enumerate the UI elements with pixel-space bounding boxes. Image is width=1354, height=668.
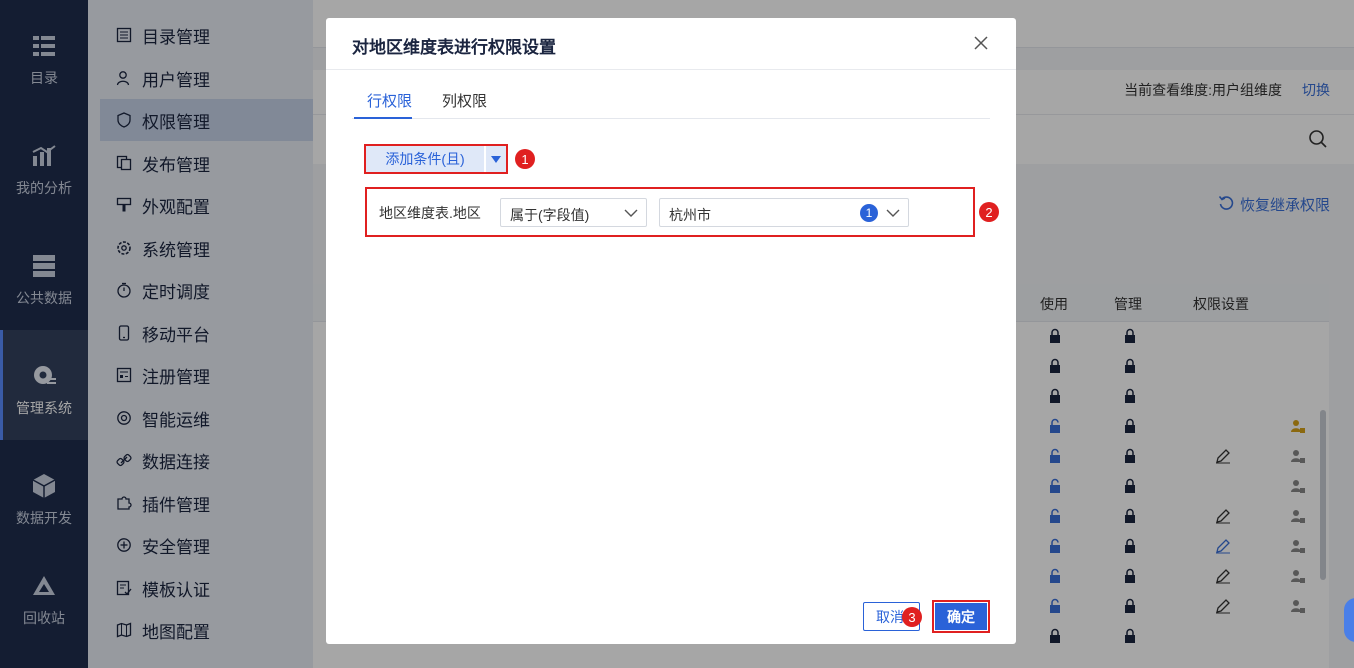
dialog-title: 对地区维度表进行权限设置 [352, 38, 556, 57]
chevron-down-icon [886, 206, 900, 220]
dialog-header: 对地区维度表进行权限设置 [326, 18, 1016, 70]
annotation-badge-3: 3 [902, 607, 922, 627]
value-select[interactable]: 杭州市 1 [659, 198, 909, 227]
chevron-down-icon [624, 206, 638, 220]
help-float-button[interactable] [1344, 598, 1354, 642]
condition-field-label: 地区维度表.地区 [379, 205, 481, 221]
selected-value: 杭州市 [669, 207, 711, 223]
condition-row: 地区维度表.地区 属于(字段值) 杭州市 1 [365, 187, 975, 237]
close-icon[interactable] [972, 34, 990, 52]
permission-tabs: 行权限 列权限 [352, 80, 990, 119]
ok-button[interactable]: 确定 [935, 603, 987, 630]
caret-down-icon [491, 151, 501, 167]
operator-value: 属于(字段值) [510, 207, 590, 223]
annotation-badge-1: 1 [515, 149, 535, 169]
add-condition-dropdown[interactable] [486, 146, 506, 172]
operator-select[interactable]: 属于(字段值) [500, 198, 647, 227]
ok-button-highlight: 确定 [932, 600, 990, 633]
annotation-badge-2: 2 [979, 202, 999, 222]
active-tab-underline [354, 117, 412, 119]
add-condition-group: 添加条件(且) [364, 144, 508, 174]
permission-dialog: 对地区维度表进行权限设置 行权限 列权限 添加条件(且) 1 地区维度表.地区 … [326, 18, 1016, 644]
selected-count-badge: 1 [860, 204, 878, 222]
tab-row-permission[interactable]: 行权限 [367, 90, 412, 111]
add-condition-button[interactable]: 添加条件(且) [366, 146, 484, 172]
tab-column-permission[interactable]: 列权限 [442, 90, 487, 111]
